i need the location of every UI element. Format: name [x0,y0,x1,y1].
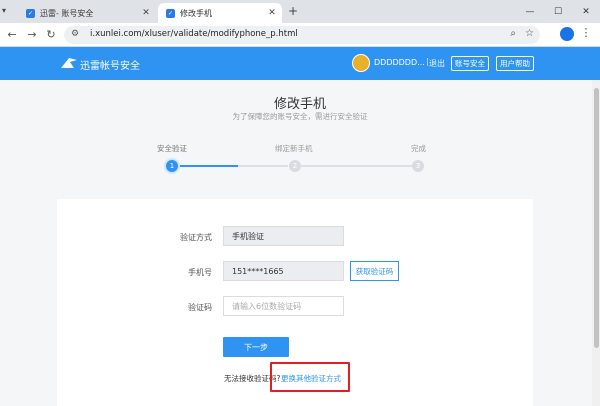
username[interactable]: DDDDDDD... [374,58,425,67]
step-label-bind-phone: 绑定新手机 [275,144,313,153]
browser-menu-icon[interactable]: ⋮ [580,26,592,39]
new-tab-button[interactable]: + [286,4,300,18]
xunlei-icon: ✓ [26,8,35,18]
step-line [301,165,412,167]
profile-avatar-icon[interactable] [560,27,574,41]
next-step-button[interactable]: 下一步 [223,337,289,357]
close-window-button[interactable]: ✕ [572,0,600,23]
step-label-verify: 安全验证 [157,144,187,153]
window-controls: — ☐ ✕ [516,0,600,23]
xunlei-icon: ✓ [166,8,175,18]
page-subtitle: 为了保障您的账号安全，需进行安全验证 [232,112,368,121]
tab-account-security[interactable]: ✓ 迅雷- 账号安全 ✕ [18,3,156,23]
user-help-button[interactable]: 用户帮助 [496,56,534,71]
site-logo-text[interactable]: 迅雷帐号安全 [80,57,140,72]
close-tab-icon[interactable]: ✕ [266,8,278,18]
tab-title: 迅雷- 账号安全 [40,8,94,18]
step-progress-line [180,165,238,167]
reload-icon[interactable]: ↻ [44,28,58,42]
verification-method-field: 手机验证 [223,226,344,246]
step-indicator-2: 2 [289,160,301,172]
zoom-icon[interactable]: ⌕ [510,28,516,39]
account-security-button[interactable]: 账号安全 [451,56,489,71]
bookmark-star-icon[interactable]: ☆ [525,28,534,39]
step-indicator-1: 1 [166,160,178,172]
site-header: 迅雷帐号安全 DDDDDDD... | 退出 账号安全 用户帮助 [0,47,600,80]
cant-receive-text: 无法接收验证码? [224,374,281,383]
code-label: 验证码 [188,303,212,312]
close-tab-icon[interactable]: ✕ [140,8,152,18]
page-scrollbar-thumb[interactable] [594,88,599,348]
maximize-button[interactable]: ☐ [544,0,572,23]
step-label-done: 完成 [411,144,426,153]
minimize-button[interactable]: — [516,0,544,23]
verification-code-input[interactable] [223,296,344,316]
forward-icon[interactable]: → [25,28,39,42]
browser-toolbar: ← → ↻ ⚙ i.xunlei.com/xluser/validate/mod… [0,23,600,47]
page-title: 修改手机 [273,97,326,112]
logout-link[interactable]: 退出 [429,58,445,69]
browser-tab-strip: ▾ ✓ 迅雷- 账号安全 ✕ ✓ 修改手机 ✕ + — ☐ ✕ [0,0,600,23]
url-text[interactable]: i.xunlei.com/xluser/validate/modifyphone… [90,29,298,39]
step-indicator-3: 3 [412,160,424,172]
tab-search-icon[interactable]: ▾ [2,6,6,15]
user-avatar[interactable] [352,54,370,72]
back-icon[interactable]: ← [5,28,19,42]
phone-label: 手机号 [188,268,212,277]
tab-modify-phone[interactable]: ✓ 修改手机 ✕ [158,3,282,23]
address-bar[interactable]: ⚙ i.xunlei.com/xluser/validate/modifypho… [64,26,540,44]
xunlei-logo-icon [61,58,77,68]
get-code-button[interactable]: 获取验证码 [350,261,399,281]
phone-number-field: 151****1665 [223,261,344,281]
site-info-icon[interactable]: ⚙ [71,29,79,39]
other-verification-method-link[interactable]: 更换其他验证方式 [281,373,341,384]
tab-title: 修改手机 [180,8,212,18]
step-line [238,165,288,167]
method-label: 验证方式 [180,233,212,242]
